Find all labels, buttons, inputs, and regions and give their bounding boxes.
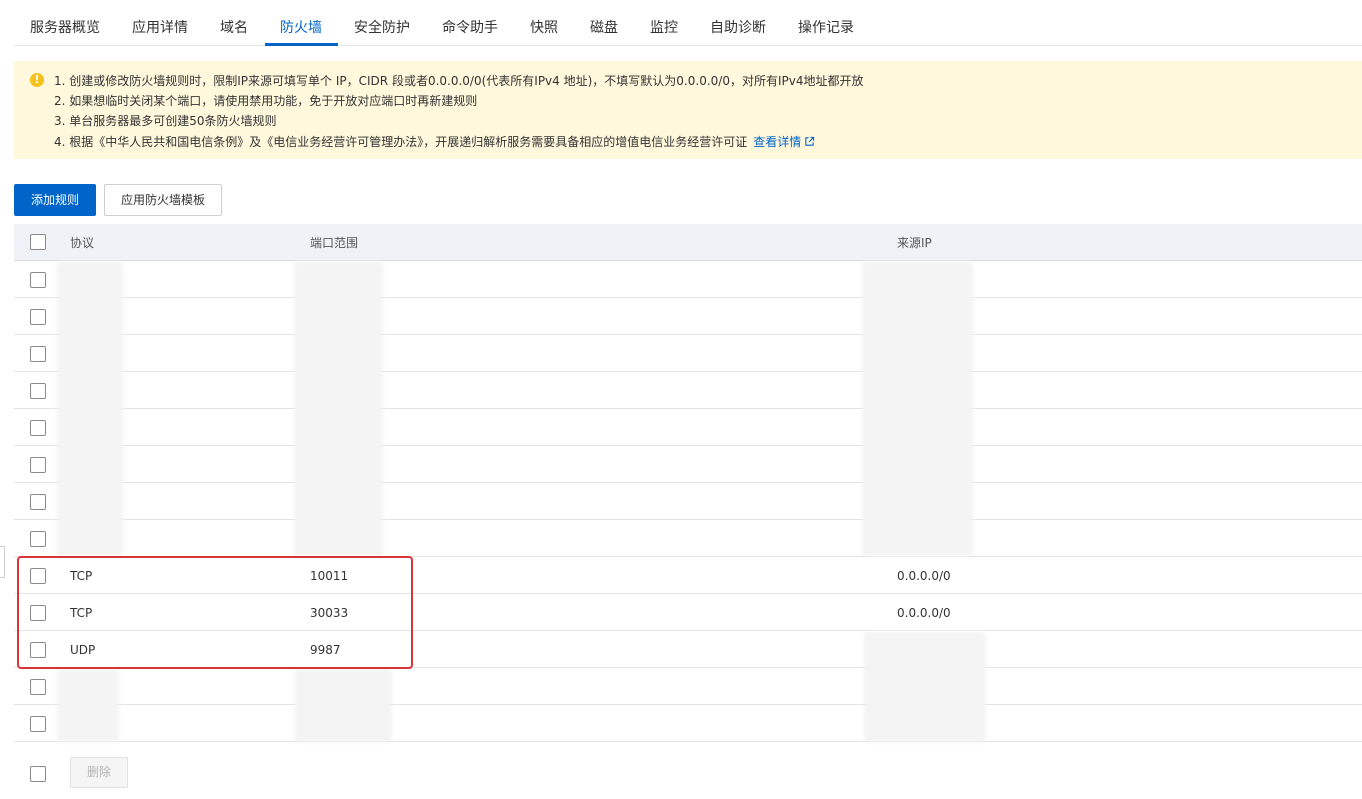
- cell-protocol: TCP: [70, 569, 93, 583]
- row-checkbox[interactable]: [30, 568, 46, 584]
- tab-server-overview[interactable]: 服务器概览: [30, 18, 100, 38]
- cell-protocol: TCP: [70, 606, 93, 620]
- row-checkbox[interactable]: [30, 457, 46, 473]
- table-row: [14, 409, 1362, 446]
- cell-port: 10011: [310, 569, 349, 583]
- notice-line-4-text: 4. 根据《中华人民共和国电信条例》及《电信业务经营许可管理办法》，开展递归解析…: [54, 135, 748, 149]
- table-row: [14, 298, 1362, 335]
- row-checkbox[interactable]: [30, 716, 46, 732]
- tab-operation-log[interactable]: 操作记录: [798, 18, 854, 38]
- row-checkbox[interactable]: [30, 420, 46, 436]
- table-row: [14, 261, 1362, 298]
- table-row: [14, 520, 1362, 557]
- table-row: [14, 705, 1362, 742]
- tab-monitoring[interactable]: 监控: [650, 18, 678, 38]
- cell-port: 30033: [310, 606, 349, 620]
- header-port-range: 端口范围: [310, 236, 359, 250]
- row-checkbox[interactable]: [30, 494, 46, 510]
- notice-line-4: 4. 根据《中华人民共和国电信条例》及《电信业务经营许可管理办法》，开展递归解析…: [54, 134, 815, 150]
- table-header: 协议 端口范围 来源IP: [14, 224, 1362, 261]
- row-checkbox[interactable]: [30, 272, 46, 288]
- row-checkbox[interactable]: [30, 309, 46, 325]
- view-details-link[interactable]: 查看详情: [753, 135, 815, 149]
- apply-template-button[interactable]: 应用防火墙模板: [104, 184, 222, 216]
- tab-disk[interactable]: 磁盘: [590, 18, 618, 38]
- tab-bar: 服务器概览 应用详情 域名 防火墙 安全防护 命令助手 快照 磁盘 监控 自助诊…: [14, 0, 1362, 46]
- tab-command-assistant[interactable]: 命令助手: [442, 18, 498, 38]
- tab-app-details[interactable]: 应用详情: [132, 18, 188, 38]
- notice-line-3: 3. 单台服务器最多可创建50条防火墙规则: [54, 114, 277, 128]
- table-row: [14, 372, 1362, 409]
- tab-firewall[interactable]: 防火墙: [280, 18, 322, 38]
- cell-source: 0.0.0.0/0: [897, 606, 951, 620]
- notice-line-2: 2. 如果想临时关闭某个端口，请使用禁用功能，免于开放对应端口时再新建规则: [54, 94, 478, 108]
- delete-button: 删除: [70, 757, 128, 788]
- table-row: [14, 668, 1362, 705]
- notice-line-1: 1. 创建或修改防火墙规则时，限制IP来源可填写单个 IP，CIDR 段或者0.…: [54, 74, 864, 88]
- external-link-icon: [805, 136, 815, 146]
- view-details-label[interactable]: 查看详情: [753, 135, 801, 149]
- table-row: [14, 446, 1362, 483]
- side-panel-edge: [0, 546, 5, 578]
- tab-domain[interactable]: 域名: [220, 18, 248, 38]
- tab-snapshot[interactable]: 快照: [530, 18, 558, 38]
- cell-protocol: UDP: [70, 643, 96, 657]
- active-tab-indicator: [265, 43, 338, 46]
- tab-self-diagnosis[interactable]: 自助诊断: [710, 18, 766, 38]
- tab-security[interactable]: 安全防护: [354, 18, 410, 38]
- cell-port: 9987: [310, 643, 341, 657]
- add-rule-button[interactable]: 添加规则: [14, 184, 96, 216]
- table-row: TCP 30033 0.0.0.0/0: [14, 594, 1362, 631]
- row-checkbox[interactable]: [30, 642, 46, 658]
- warning-icon: [30, 72, 44, 88]
- row-checkbox[interactable]: [30, 346, 46, 362]
- table-row: TCP 10011 0.0.0.0/0: [14, 557, 1362, 594]
- row-checkbox[interactable]: [30, 383, 46, 399]
- row-checkbox[interactable]: [30, 679, 46, 695]
- footer-select-all-checkbox[interactable]: [30, 766, 46, 782]
- row-checkbox[interactable]: [30, 605, 46, 621]
- cell-source: 0.0.0.0/0: [897, 569, 951, 583]
- notice-banner: 1. 创建或修改防火墙规则时，限制IP来源可填写单个 IP，CIDR 段或者0.…: [14, 61, 1362, 159]
- row-checkbox[interactable]: [30, 531, 46, 547]
- table-row: [14, 335, 1362, 372]
- table-row: [14, 483, 1362, 520]
- select-all-checkbox[interactable]: [30, 234, 46, 250]
- header-source-ip: 来源IP: [897, 236, 932, 250]
- header-protocol: 协议: [70, 236, 95, 250]
- table-row: UDP 9987: [14, 631, 1362, 668]
